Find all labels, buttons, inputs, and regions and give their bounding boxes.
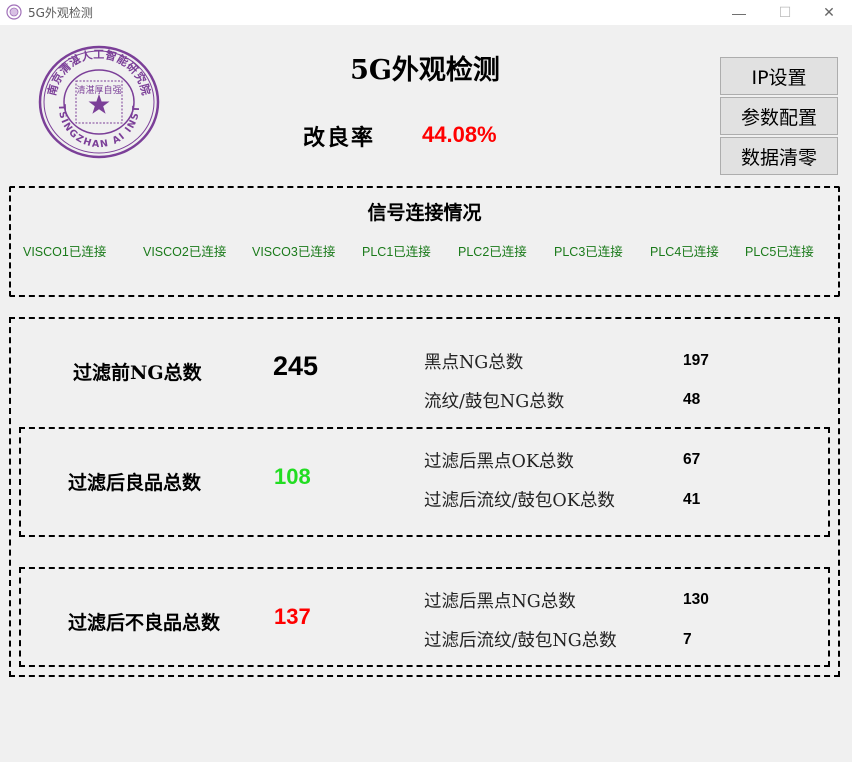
parameter-config-button[interactable]: 参数配置 xyxy=(720,97,838,135)
signal-visco1: VISCO1已连接 xyxy=(23,245,107,259)
improvement-rate-value: 44.08% xyxy=(422,122,497,147)
window-title: 5G外观检测 xyxy=(28,6,93,20)
clear-data-button[interactable]: 数据清零 xyxy=(720,137,838,175)
black-dot-ng-value: 197 xyxy=(683,352,709,369)
after-black-dot-ng-label: 过滤后黑点NG总数 xyxy=(424,592,576,612)
close-icon: ✕ xyxy=(823,4,835,20)
bad-products-label: 过滤后不良品总数 xyxy=(68,612,221,634)
good-products-value: 108 xyxy=(274,464,311,489)
after-black-dot-ok-value: 67 xyxy=(683,451,701,468)
svg-text:TSINGZHAN AI INST: TSINGZHAN AI INST xyxy=(56,104,142,150)
maximize-icon: ☐ xyxy=(778,4,792,20)
signal-status-title: 信号连接情况 xyxy=(367,202,482,224)
after-flow-bulge-ng-value: 7 xyxy=(683,631,692,648)
after-black-dot-ng-value: 130 xyxy=(683,591,709,608)
before-filter-ng-label: 过滤前NG总数 xyxy=(73,362,202,384)
signal-plc5: PLC5已连接 xyxy=(745,245,814,259)
app-logo-icon xyxy=(6,4,22,20)
signal-plc3: PLC3已连接 xyxy=(554,245,623,259)
minimize-icon: — xyxy=(732,4,746,21)
signal-visco2: VISCO2已连接 xyxy=(143,245,227,259)
before-filter-ng-value: 245 xyxy=(273,351,319,381)
bad-products-value: 137 xyxy=(274,604,311,629)
after-flow-bulge-ok-label: 过滤后流纹/鼓包OK总数 xyxy=(424,491,615,511)
signal-plc2: PLC2已连接 xyxy=(458,245,527,259)
good-products-label: 过滤后良品总数 xyxy=(68,472,202,494)
signal-plc1: PLC1已连接 xyxy=(362,245,431,259)
ip-settings-button[interactable]: IP设置 xyxy=(720,57,838,95)
after-flow-bulge-ok-value: 41 xyxy=(683,491,701,508)
flow-bulge-ng-label: 流纹/鼓包NG总数 xyxy=(424,392,565,412)
page-title: 5G外观检测 xyxy=(350,55,500,86)
after-black-dot-ok-label: 过滤后黑点OK总数 xyxy=(424,452,574,472)
signal-plc4: PLC4已连接 xyxy=(650,245,719,259)
institute-logo: 南京清湛人工智能研究院 TSINGZHAN AI INST 清湛厚自强 xyxy=(38,45,160,159)
signal-visco3: VISCO3已连接 xyxy=(252,245,336,259)
minimize-button[interactable]: — xyxy=(716,0,762,25)
black-dot-ng-label: 黑点NG总数 xyxy=(424,353,524,373)
improvement-rate-label: 改良率 xyxy=(303,125,376,151)
after-flow-bulge-ng-label: 过滤后流纹/鼓包NG总数 xyxy=(424,631,617,651)
maximize-button[interactable]: ☐ xyxy=(762,0,808,25)
flow-bulge-ng-value: 48 xyxy=(683,391,701,408)
close-button[interactable]: ✕ xyxy=(806,0,852,25)
